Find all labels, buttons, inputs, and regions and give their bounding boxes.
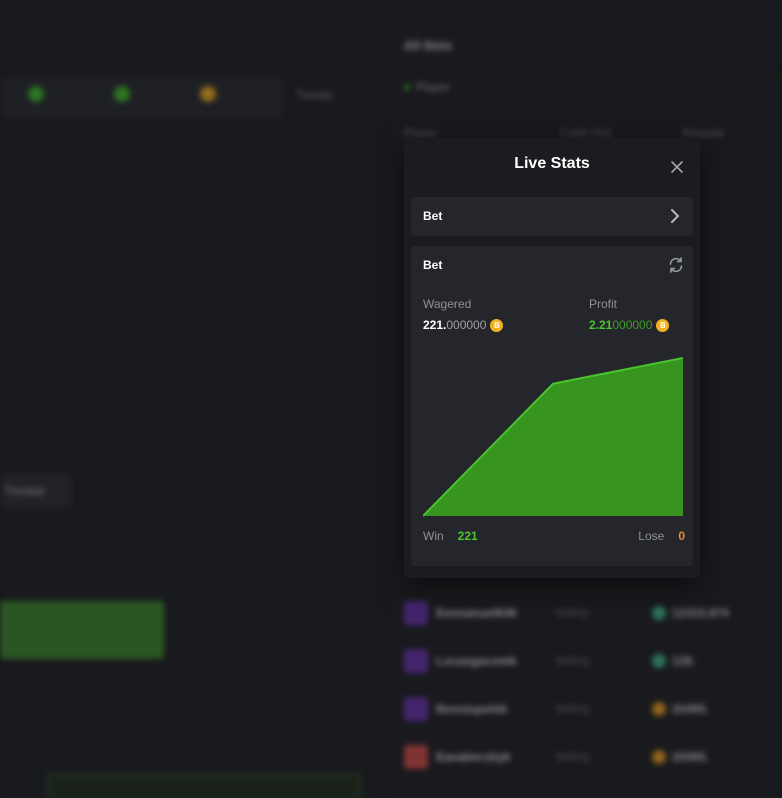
bet-amount: 20085.: [672, 750, 709, 764]
bet-amount: 12315.874: [672, 606, 729, 620]
win-stat: Win 221: [423, 529, 478, 543]
lose-label: Lose: [638, 529, 665, 543]
lose-count: 0: [678, 529, 685, 543]
top-bar: [0, 0, 782, 66]
player-name: Eanaberstiyk: [436, 750, 511, 764]
coin-icon: [200, 86, 216, 102]
trend-tab[interactable]: Trenlad: [0, 474, 72, 508]
player-status: betting: [556, 703, 590, 715]
chevron-right-icon: [671, 209, 679, 223]
bet-button[interactable]: [0, 601, 164, 659]
win-label: Win: [423, 529, 444, 543]
stat-chip: ·: [114, 86, 140, 102]
selector-label: Bet: [423, 209, 443, 223]
live-stats-modal: Live Stats Bet Bet Wagered 221.000000 B …: [404, 138, 700, 578]
avatar: [404, 697, 428, 721]
avatar: [404, 745, 428, 769]
game-panel: [0, 66, 384, 798]
table-row: Bensiupeleb betting 20495.: [404, 696, 709, 722]
stat-chip: ·: [200, 86, 226, 102]
coin-icon: B: [490, 318, 504, 332]
table-row: Emmanuel636 betting 12315.874: [404, 600, 729, 626]
profit-value: 2.21000000 B: [589, 318, 670, 332]
stat-chip: ·: [28, 86, 54, 102]
close-button[interactable]: [666, 156, 688, 178]
wagered-decimals: 000000: [446, 318, 487, 332]
player-status: betting: [556, 655, 590, 667]
coin-icon: [652, 702, 666, 716]
trends-button[interactable]: Trends: [296, 88, 333, 102]
message-box: [48, 774, 360, 798]
wagered-integer: 221.: [423, 318, 447, 332]
coin-icon: [28, 86, 44, 102]
profit-chart: [423, 357, 683, 517]
bet-amount: 20495.: [672, 702, 709, 716]
wagered-label: Wagered: [423, 297, 472, 311]
coin-icon: [652, 750, 666, 764]
modal-title: Live Stats: [514, 155, 590, 172]
player-name: Bensiupeleb: [436, 702, 508, 716]
profit-area: [423, 358, 683, 516]
card-title: Bet: [423, 258, 443, 272]
coin-icon: B: [656, 318, 670, 332]
all-bets-title: All Bets: [404, 38, 453, 53]
player-status: betting: [556, 607, 590, 619]
player-status: betting: [556, 751, 590, 763]
player-name: Lucasgacomb: [436, 654, 517, 668]
close-icon: [671, 161, 683, 173]
online-dot-icon: [404, 84, 410, 90]
coin-icon: [652, 654, 666, 668]
profit-decimals: 000000: [612, 318, 653, 332]
stats-card: Bet Wagered 221.000000 B Profit 2.210000…: [411, 246, 693, 566]
avatar: [404, 601, 428, 625]
player-name: Emmanuel636: [436, 606, 517, 620]
refresh-icon[interactable]: [667, 256, 685, 274]
profit-label: Profit: [589, 297, 618, 311]
coin-icon: [652, 606, 666, 620]
game-type-selector[interactable]: Bet: [411, 197, 693, 236]
profit-integer: 2.21: [589, 318, 613, 332]
table-row: Lucasgacomb betting 128.: [404, 648, 695, 674]
table-row: Eanaberstiyk betting 20085.: [404, 744, 709, 770]
avatar: [404, 649, 428, 673]
lose-stat: Lose 0: [638, 529, 685, 543]
coin-icon: [114, 86, 130, 102]
wagered-value: 221.000000 B: [423, 318, 504, 332]
bet-amount: 128.: [672, 654, 696, 668]
players-tab[interactable]: Player: [404, 80, 450, 94]
win-count: 221: [457, 529, 478, 543]
